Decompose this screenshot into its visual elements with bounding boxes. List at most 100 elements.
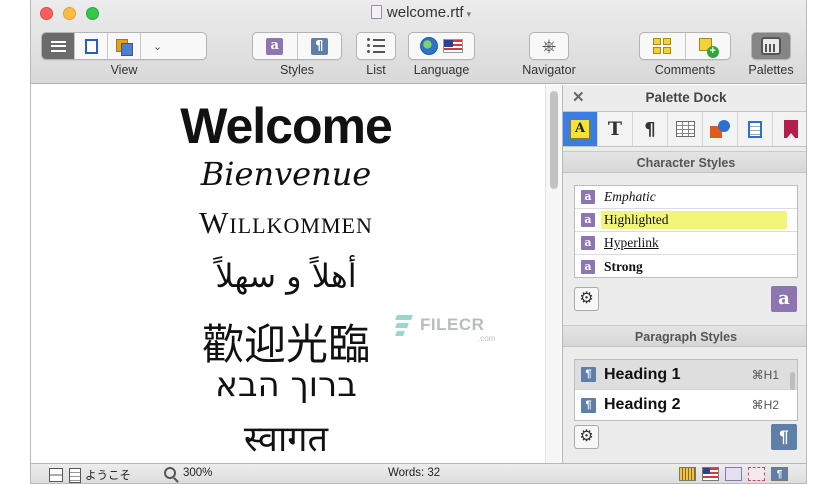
view-draft-button[interactable] — [42, 33, 75, 59]
status-page-controls[interactable]: ようこそ — [49, 467, 131, 483]
sticky-notes-icon — [653, 38, 672, 54]
paragraph-icon: ¶ — [644, 118, 656, 140]
comments-label: Comments — [654, 63, 716, 77]
doc-line-arabic: أهلاً و سهلاً — [215, 257, 357, 295]
new-paragraph-style-button[interactable]: ¶ — [771, 424, 797, 450]
paragraph-list-scrollbar[interactable] — [790, 372, 795, 390]
new-character-style-button[interactable]: a — [771, 286, 797, 312]
language-label: Language — [413, 63, 470, 77]
tab-shapes[interactable] — [703, 112, 738, 146]
app-window: welcome.rtf ▾ ⌄ View a ¶ Styles List Lan… — [30, 0, 807, 484]
chevron-down-icon: ⌄ — [152, 40, 163, 53]
us-flag-icon — [443, 39, 463, 53]
status-icons: ¶ — [673, 467, 788, 481]
paragraph-styles-gear-button[interactable]: ⚙ — [574, 425, 599, 449]
tab-table[interactable] — [668, 112, 703, 146]
list-button[interactable] — [357, 33, 395, 59]
styles-label: Styles — [279, 63, 315, 77]
character-style-icon: a — [778, 288, 790, 309]
character-style-icon: a — [581, 190, 595, 204]
tab-box[interactable] — [738, 112, 773, 146]
list-item[interactable]: a Emphatic — [575, 186, 797, 209]
paragraph-icon: ¶ — [581, 367, 596, 382]
document-scrollbar[interactable] — [545, 85, 561, 463]
clipboard-icon[interactable] — [69, 467, 81, 483]
paragraph-icon: ¶ — [581, 397, 596, 413]
character-style-icon: a — [266, 37, 284, 55]
tab-character-styles[interactable]: A — [563, 112, 598, 146]
shortcut-label: ⌘H2 — [751, 398, 779, 412]
status-bar: ようこそ 300% Words: 32 ¶ — [31, 463, 806, 483]
list-icon — [367, 38, 385, 54]
us-flag-icon[interactable] — [702, 467, 719, 481]
character-styles-button[interactable]: a — [253, 33, 298, 59]
watermark-sub: .com — [478, 334, 496, 343]
zoom-window-button[interactable] — [86, 7, 99, 20]
palettes-group — [751, 32, 791, 60]
add-comment-button[interactable] — [686, 33, 731, 59]
character-styles-gear-button[interactable]: ⚙ — [574, 287, 599, 311]
paragraph-icon: ¶ — [310, 37, 328, 55]
dock-header: ✕ Palette Dock — [563, 85, 806, 109]
show-comments-button[interactable] — [640, 33, 686, 59]
list-item[interactable]: ¶ Heading 2 ⌘H2 — [575, 390, 797, 420]
tab-bookmarks[interactable] — [773, 112, 806, 146]
watermark-text: FILECR — [420, 315, 485, 334]
dock-tabs: A T ¶ — [563, 111, 806, 147]
list-item[interactable]: a Hyperlink — [575, 232, 797, 255]
ruler-icon[interactable] — [679, 467, 696, 481]
document-area[interactable]: Welcome Bienvenue Willkommen أهلاً و سهل… — [31, 85, 561, 463]
minimize-window-button[interactable] — [63, 7, 76, 20]
list-group — [356, 32, 396, 60]
character-style-icon: a — [581, 259, 595, 274]
document-icon — [370, 5, 382, 19]
page-layout-icon[interactable] — [49, 468, 63, 482]
scroll-thumb[interactable] — [550, 91, 558, 189]
doc-line-hebrew: ברוך הבא — [215, 365, 357, 405]
paragraph-icon[interactable]: ¶ — [771, 467, 788, 481]
window-title[interactable]: welcome.rtf ▾ — [331, 4, 511, 21]
shortcut-label: ⌘H1 — [751, 367, 779, 382]
shapes-icon — [710, 120, 730, 138]
list-item[interactable]: ¶ Heading 1 ⌘H1 — [575, 360, 797, 390]
toolbar: welcome.rtf ▾ ⌄ View a ¶ Styles List Lan… — [31, 0, 806, 84]
comments-group — [639, 32, 731, 60]
paragraph-styles-button[interactable]: ¶ — [298, 33, 342, 59]
view-page-button[interactable] — [75, 33, 108, 59]
navigator-group: ⎈ — [529, 32, 569, 60]
navigator-button[interactable]: ⎈ — [530, 33, 568, 59]
palettes-label: Palettes — [748, 63, 794, 77]
dock-title: Palette Dock — [645, 90, 727, 105]
add-note-icon — [698, 38, 719, 58]
list-item[interactable]: a Highlighted — [575, 209, 797, 232]
text-icon: T — [607, 118, 623, 140]
language-button[interactable] — [409, 33, 474, 59]
character-style-icon: A — [570, 119, 590, 139]
page-icon — [84, 38, 98, 54]
doc-line-hindi: स्वागत — [243, 419, 329, 460]
lines-icon — [50, 40, 66, 52]
paragraph-icon: ¶ — [779, 427, 789, 446]
zoom-level: 300% — [183, 467, 213, 479]
style-box-icon[interactable] — [725, 467, 742, 481]
chevron-down-icon: ▾ — [466, 9, 472, 19]
list-item[interactable]: a Strong — [575, 255, 797, 278]
view-label: View — [110, 63, 138, 77]
helm-icon: ⎈ — [541, 36, 557, 56]
palettes-icon — [761, 37, 781, 55]
selection-icon[interactable] — [748, 467, 765, 481]
styles-group: a ¶ — [252, 32, 342, 60]
character-styles-list: a Emphatic a Highlighted a Hyperlink a S… — [574, 185, 798, 278]
character-styles-header: Character Styles — [563, 151, 806, 173]
tab-text[interactable]: T — [598, 112, 633, 146]
watermark-logo-icon — [395, 315, 414, 337]
gear-icon: ⚙ — [579, 428, 594, 445]
view-multipage-button[interactable] — [108, 33, 141, 59]
palettes-button[interactable] — [752, 33, 790, 59]
status-zoom[interactable]: 300% — [164, 467, 212, 479]
paragraph-styles-header: Paragraph Styles — [563, 325, 806, 347]
close-window-button[interactable] — [40, 7, 53, 20]
tab-paragraph[interactable]: ¶ — [633, 112, 668, 146]
status-page-text: ようこそ — [85, 470, 131, 482]
view-options-button[interactable]: ⌄ — [141, 33, 174, 59]
